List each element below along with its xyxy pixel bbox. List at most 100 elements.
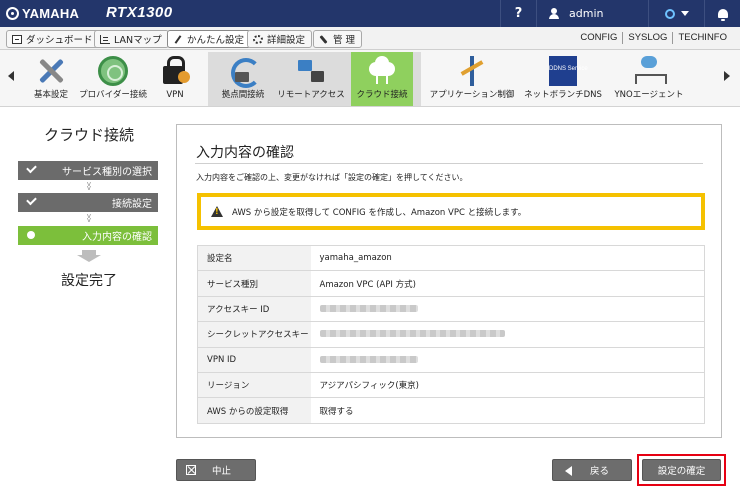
- top-bar: YAMAHA RTX1300 ? admin: [0, 0, 740, 27]
- table-row: アクセスキー ID: [197, 295, 705, 323]
- step-label: サービス種別の選択: [62, 167, 152, 178]
- nav-label: 基本設定: [33, 90, 68, 100]
- page-title: 入力内容の確認: [196, 145, 294, 161]
- arrow-down-icon: [76, 250, 102, 262]
- gear-icon: [253, 34, 263, 44]
- wrench-icon: [319, 35, 329, 44]
- confirm-panel: 入力内容の確認 入力内容をご確認の上、変更がなければ「設定の確定」を押してくださ…: [176, 124, 722, 438]
- table-row: リージョン アジアパシフィック(東京): [197, 371, 705, 399]
- nav-remote-access[interactable]: リモートアクセス: [276, 52, 346, 106]
- table-row: VPN ID: [197, 346, 705, 373]
- user-icon: [549, 8, 559, 19]
- bell-icon: [717, 9, 728, 21]
- lock-icon: [158, 54, 192, 88]
- nav-label: YNOエージェント: [614, 90, 684, 100]
- cancel-button[interactable]: 中止: [176, 459, 256, 481]
- nav-application-control[interactable]: アプリケーション制御: [428, 52, 516, 106]
- tab-label: 管 理: [333, 35, 356, 46]
- row-label: AWS からの設定取得: [197, 397, 311, 424]
- table-row: AWS からの設定取得 取得する: [197, 397, 705, 424]
- wizard-title: クラウド接続: [43, 126, 134, 144]
- app-control-icon: [455, 54, 489, 88]
- notice-box: AWS から設定を取得して CONFIG を作成し、Amazon VPC と接続…: [197, 193, 705, 230]
- table-row: サービス種別 Amazon VPC (API 方式): [197, 270, 705, 297]
- row-value: アジアパシフィック(東京): [310, 371, 705, 399]
- nav-label: 拠点間接続: [221, 90, 265, 100]
- tab-label: LANマップ: [114, 35, 162, 46]
- status-menu[interactable]: [648, 0, 704, 27]
- tab-advanced-settings[interactable]: 詳細設定: [247, 30, 313, 48]
- tab-easy-setup[interactable]: かんたん設定: [167, 30, 252, 48]
- wizard-step-complete: 設定完了: [61, 273, 117, 289]
- nav-netvolante-dns[interactable]: DDNS Service ネットボランチDNS: [522, 52, 604, 106]
- back-label: 戻る: [590, 466, 610, 477]
- nav-site-to-site[interactable]: 拠点間接続: [212, 52, 274, 106]
- yamaha-logo: YAMAHA: [6, 5, 79, 22]
- scroll-left-arrow-icon[interactable]: [8, 71, 14, 81]
- cancel-label: 中止: [212, 466, 232, 477]
- chevron-down-icon: vv: [86, 212, 92, 224]
- divider: [195, 163, 703, 164]
- row-label: シークレットアクセスキー: [197, 321, 311, 348]
- nav-yno-agent[interactable]: YNOエージェント: [610, 52, 688, 106]
- brand-name: YAMAHA: [22, 6, 80, 21]
- tab-lan-map[interactable]: LANマップ: [94, 30, 169, 48]
- row-label: リージョン: [197, 371, 311, 399]
- header-links: CONFIG SYSLOG TECHINFO: [575, 32, 732, 44]
- tab-management[interactable]: 管 理: [313, 30, 363, 48]
- status-ring-icon: [664, 8, 675, 19]
- sync-icon: [226, 54, 261, 88]
- table-row: 設定名 yamaha_amazon: [197, 244, 705, 272]
- nav-provider-connection[interactable]: プロバイダー接続: [78, 52, 148, 106]
- nav-label: ネットボランチDNS: [524, 90, 602, 100]
- back-button[interactable]: 戻る: [552, 459, 632, 481]
- remote-access-icon: [294, 54, 328, 88]
- tab-dashboard[interactable]: ダッシュボード: [6, 30, 100, 48]
- nav-cloud-connection[interactable]: クラウド接続: [351, 52, 413, 106]
- row-label: サービス種別: [197, 270, 311, 297]
- nav-label: アプリケーション制御: [429, 90, 515, 100]
- confirm-settings-button[interactable]: 設定の確定: [642, 459, 721, 481]
- help-button[interactable]: ?: [500, 0, 536, 27]
- techinfo-link[interactable]: TECHINFO: [672, 32, 732, 44]
- wizard-step-confirm-input: 入力内容の確認: [18, 226, 158, 245]
- nav-label: クラウド接続: [356, 90, 408, 100]
- tab-label: 詳細設定: [267, 35, 306, 46]
- nav-basic-settings[interactable]: 基本設定: [20, 52, 82, 106]
- user-menu[interactable]: admin: [536, 0, 648, 27]
- confirm-label: 設定の確定: [657, 466, 706, 477]
- syslog-link[interactable]: SYSLOG: [622, 32, 672, 44]
- row-value: Amazon VPC (API 方式): [310, 270, 705, 297]
- yamaha-emblem-icon: [6, 7, 19, 20]
- back-arrow-icon: [565, 466, 572, 476]
- nav-label: VPN: [166, 90, 184, 100]
- row-value: yamaha_amazon: [310, 244, 705, 272]
- row-value: [310, 295, 705, 323]
- redacted-value: [319, 304, 418, 312]
- row-value: 取得する: [310, 397, 705, 424]
- cloud-icon: [365, 54, 399, 88]
- check-icon: [26, 194, 37, 206]
- row-label: アクセスキー ID: [197, 295, 311, 323]
- lan-map-icon: [100, 34, 110, 44]
- wand-icon: [173, 35, 183, 44]
- config-link[interactable]: CONFIG: [575, 32, 622, 44]
- wizard-step-service-type: サービス種別の選択: [18, 161, 158, 180]
- tools-icon: [34, 54, 68, 88]
- current-step-dot-icon: [27, 231, 35, 239]
- nav-label: プロバイダー接続: [79, 90, 147, 100]
- model-name: RTX1300: [106, 4, 173, 21]
- tab-label: かんたん設定: [187, 35, 245, 46]
- row-value: [310, 321, 705, 348]
- step-label: 接続設定: [112, 199, 152, 210]
- scroll-right-arrow-icon[interactable]: [724, 71, 730, 81]
- step-label: 入力内容の確認: [82, 232, 152, 243]
- dns-icon: DDNS Service: [549, 56, 588, 86]
- instruction-text: 入力内容をご確認の上、変更がなければ「設定の確定」を押してください。: [196, 173, 468, 182]
- chevron-down-icon: vv: [86, 180, 92, 192]
- row-value: [310, 346, 705, 373]
- user-name: admin: [569, 7, 604, 20]
- setup-category-nav: 基本設定 プロバイダー接続 VPN 拠点間接続 リモートアクセス クラウド接続 …: [0, 50, 740, 107]
- notification-button[interactable]: [704, 0, 740, 27]
- nav-vpn[interactable]: VPN: [150, 52, 200, 106]
